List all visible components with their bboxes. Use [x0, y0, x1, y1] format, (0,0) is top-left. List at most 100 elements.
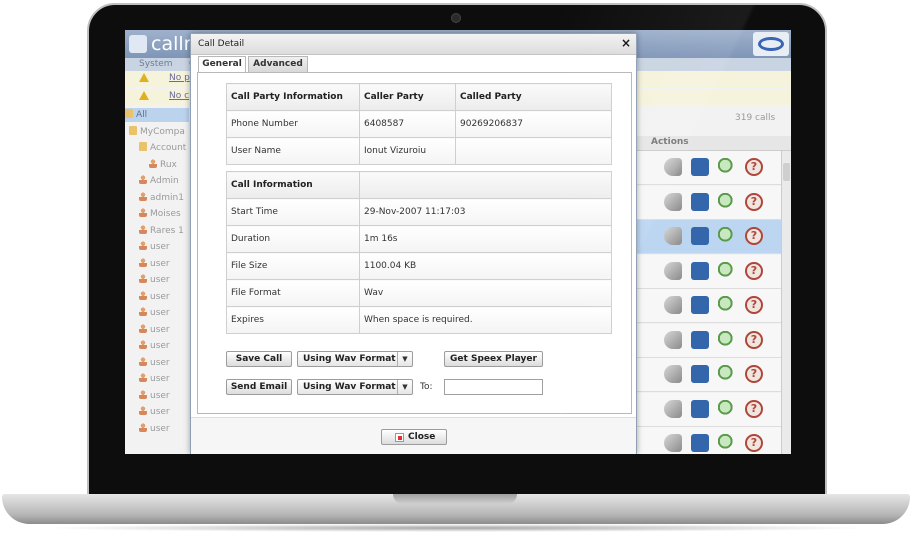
- save-disk-icon[interactable]: [691, 434, 709, 452]
- list-item[interactable]: ?: [633, 151, 783, 185]
- laptop-frame: callr System C No p No c AllMyCompaAccou…: [0, 0, 912, 551]
- tree-item[interactable]: user: [139, 290, 170, 304]
- magnifier-icon[interactable]: [718, 399, 736, 418]
- tree-item-label: user: [150, 390, 170, 401]
- help-icon[interactable]: ?: [745, 227, 763, 245]
- list-item[interactable]: ?: [633, 358, 783, 392]
- close-button[interactable]: Close: [381, 429, 447, 445]
- user-icon: [139, 257, 147, 267]
- tree-item-label: user: [150, 324, 170, 335]
- help-icon[interactable]: ?: [745, 365, 763, 383]
- table-row: Phone Number 6408587 90269206837: [226, 110, 612, 138]
- tree-item[interactable]: user: [139, 405, 170, 419]
- send-email-button[interactable]: Send Email: [226, 379, 292, 395]
- folder-icon: [129, 125, 137, 135]
- user-icon: [139, 175, 147, 184]
- folder-icon: [125, 109, 133, 118]
- list-item[interactable]: ?: [633, 185, 783, 220]
- speaker-icon[interactable]: [664, 158, 682, 176]
- tab-general[interactable]: General: [198, 56, 246, 73]
- tree-item[interactable]: MyCompa: [129, 125, 185, 139]
- help-icon[interactable]: ?: [745, 261, 763, 280]
- save-disk-icon[interactable]: [691, 330, 709, 349]
- tree-item[interactable]: user: [139, 323, 170, 337]
- magnifier-icon[interactable]: [718, 296, 736, 314]
- save-disk-icon[interactable]: [691, 399, 709, 418]
- help-icon[interactable]: ?: [745, 158, 763, 176]
- help-icon[interactable]: ?: [745, 192, 763, 211]
- tab-advanced[interactable]: Advanced: [248, 56, 308, 72]
- user-icon: [139, 191, 147, 201]
- speaker-icon[interactable]: [664, 261, 682, 280]
- speaker-icon[interactable]: [664, 330, 682, 349]
- list-item[interactable]: ?: [633, 254, 783, 289]
- tree-item-label: user: [150, 374, 170, 384]
- alert-link[interactable]: No p: [169, 73, 190, 83]
- email-format-select[interactable]: Using Wav Format ▼: [297, 379, 413, 395]
- menu-item-system[interactable]: System: [139, 59, 173, 69]
- tree-item[interactable]: Rux: [149, 158, 177, 172]
- list-item[interactable]: ?: [633, 323, 783, 358]
- magnifier-icon[interactable]: [718, 192, 736, 211]
- speaker-icon[interactable]: [664, 434, 682, 452]
- tree-item-label: user: [150, 341, 170, 351]
- magnifier-icon[interactable]: [718, 365, 736, 383]
- list-scrollbar[interactable]: [781, 151, 791, 454]
- laptop-shadow: [40, 524, 872, 532]
- save-disk-icon[interactable]: [691, 227, 709, 245]
- tree-item[interactable]: user: [139, 257, 170, 271]
- tree-item[interactable]: Moises: [139, 207, 181, 221]
- user-icon: [139, 274, 147, 283]
- magnifier-icon[interactable]: [718, 227, 736, 245]
- list-item[interactable]: ?: [633, 220, 783, 254]
- save-disk-icon[interactable]: [691, 158, 709, 176]
- tree-item[interactable]: user: [139, 372, 170, 386]
- magnifier-icon[interactable]: [718, 434, 736, 452]
- tree-item[interactable]: Account: [139, 141, 186, 155]
- speaker-icon[interactable]: [664, 192, 682, 211]
- list-item[interactable]: ?: [633, 289, 783, 323]
- tree-item[interactable]: user: [139, 306, 170, 320]
- save-disk-icon[interactable]: [691, 192, 709, 211]
- help-icon[interactable]: ?: [745, 296, 763, 314]
- speaker-icon[interactable]: [664, 227, 682, 245]
- tree-item[interactable]: Admin: [139, 174, 179, 188]
- list-item[interactable]: ?: [633, 427, 783, 454]
- tree-item[interactable]: user: [139, 356, 170, 370]
- help-icon[interactable]: ?: [745, 434, 763, 452]
- save-call-button[interactable]: Save Call: [226, 351, 292, 367]
- dialog-title: Call Detail: [198, 39, 245, 49]
- table-cell: Expires: [226, 306, 360, 334]
- speaker-icon[interactable]: [664, 296, 682, 314]
- get-speex-player-button[interactable]: Get Speex Player: [444, 351, 543, 367]
- speaker-icon[interactable]: [664, 365, 682, 383]
- tree-item[interactable]: Rares 1: [139, 224, 184, 238]
- tree-item-label: user: [150, 291, 170, 302]
- help-icon[interactable]: ?: [745, 330, 763, 349]
- tree-item[interactable]: All: [125, 108, 189, 122]
- table-row: Start Time 29-Nov-2007 11:17:03: [226, 198, 612, 226]
- tree-item[interactable]: user: [139, 339, 170, 353]
- help-icon[interactable]: ?: [745, 399, 763, 418]
- dialog-titlebar: Call Detail ×: [191, 34, 636, 55]
- tree-item[interactable]: user: [139, 389, 170, 403]
- scroll-thumb[interactable]: [783, 163, 790, 181]
- save-disk-icon[interactable]: [691, 296, 709, 314]
- tree-item[interactable]: user: [139, 273, 170, 287]
- email-to-input[interactable]: [444, 379, 543, 395]
- close-icon[interactable]: ×: [621, 36, 631, 50]
- tree-item[interactable]: admin1: [139, 191, 184, 205]
- actions-header-label: Actions: [651, 137, 689, 147]
- user-icon: [149, 158, 157, 168]
- tree-item[interactable]: user: [139, 240, 170, 254]
- save-format-select[interactable]: Using Wav Format ▼: [297, 351, 413, 367]
- magnifier-icon[interactable]: [718, 261, 736, 280]
- magnifier-icon[interactable]: [718, 330, 736, 349]
- list-item[interactable]: ?: [633, 392, 783, 427]
- tree-item[interactable]: user: [139, 422, 170, 436]
- save-disk-icon[interactable]: [691, 365, 709, 383]
- alert-link[interactable]: No c: [169, 91, 189, 101]
- save-disk-icon[interactable]: [691, 261, 709, 280]
- magnifier-icon[interactable]: [718, 158, 736, 176]
- speaker-icon[interactable]: [664, 399, 682, 418]
